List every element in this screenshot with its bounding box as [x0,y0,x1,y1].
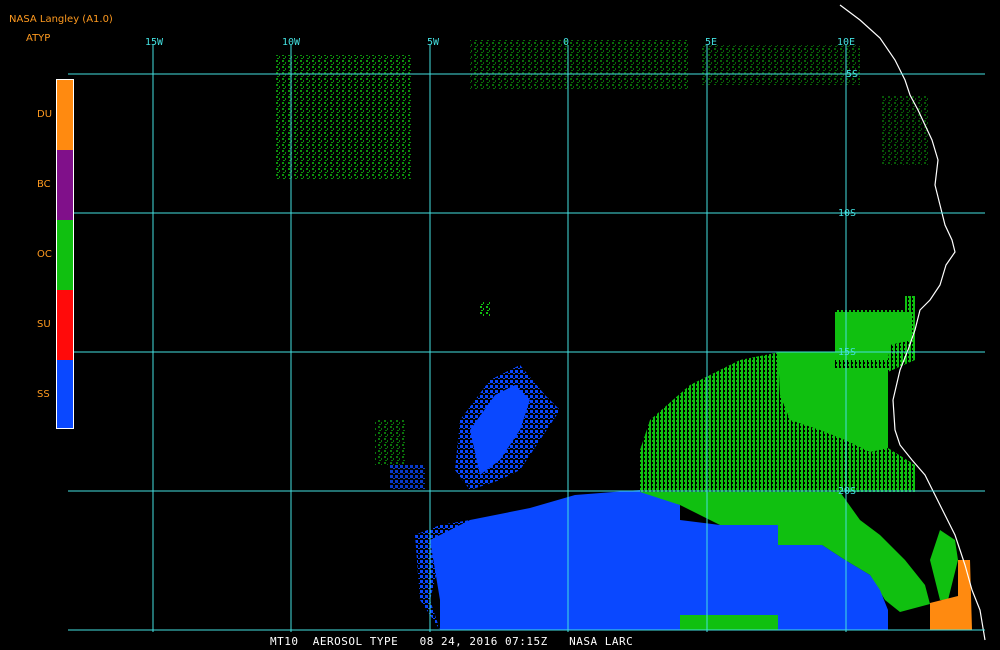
lat-label: 5S [846,69,858,80]
lon-label: 5W [427,37,440,48]
legend-swatch-su [57,290,73,360]
legend-swatch-bc [57,150,73,220]
legend-label-du: DU [37,109,53,120]
header-title: NASA Langley (A1.0) [9,14,113,25]
lat-label: 10S [838,208,856,219]
product-code: ATYP [26,33,51,44]
legend-label-bc: BC [37,179,51,190]
legend-label-su: SU [37,319,51,330]
lon-label: 5E [705,37,717,48]
aerosol-legend [56,79,74,429]
legend-label-ss: SS [37,389,50,400]
product-caption: MT10 AEROSOL TYPE 08 24, 2016 07:15Z NAS… [270,635,634,648]
legend-swatch-du [57,80,73,150]
aerosol-fields [276,40,972,630]
lon-label: 10W [282,37,301,48]
legend-swatch-oc [57,220,73,290]
legend-label-oc: OC [37,249,52,260]
lat-label: 20S [838,486,856,497]
aerosol-map: 15W 10W 5W 0 5E 10E 5S 10S 15S 20S [68,4,986,641]
lon-label: 0 [563,37,569,48]
legend-swatch-ss [57,360,73,428]
lon-label: 15W [145,37,164,48]
lat-label: 15S [838,347,856,358]
lon-label: 10E [837,37,855,48]
